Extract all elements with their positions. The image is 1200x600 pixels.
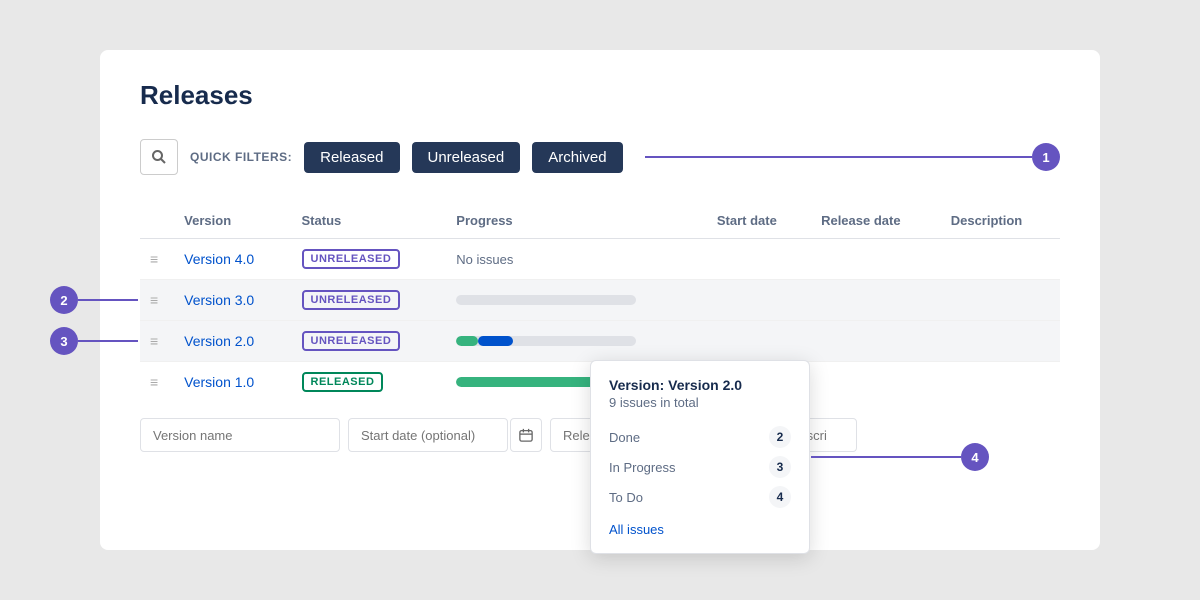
annotation-3-line	[78, 340, 138, 342]
description-cell	[941, 362, 1060, 403]
drag-handle-cell: ≡	[140, 280, 174, 321]
version-cell: Version 1.0	[174, 362, 291, 403]
col-releasedate: Release date	[811, 207, 941, 239]
tooltip-inprogress-row: In Progress 3	[609, 452, 791, 482]
progress-cell	[446, 321, 707, 362]
col-status: Status	[292, 207, 447, 239]
table-row: ≡ Version 4.0 UNRELEASED No issues	[140, 239, 1060, 280]
status-cell: RELEASED	[292, 362, 447, 403]
annotation-2-line	[78, 299, 138, 301]
tooltip-popup: Version: Version 2.0 9 issues in total D…	[590, 360, 810, 554]
status-cell: UNRELEASED	[292, 239, 447, 280]
status-badge: RELEASED	[302, 372, 384, 392]
status-badge: UNRELEASED	[302, 249, 401, 269]
annotation-2-circle: 2	[50, 286, 78, 314]
version-cell: 2 Version 3.0	[174, 280, 291, 321]
tooltip-done-label: Done	[609, 430, 640, 445]
col-drag	[140, 207, 174, 239]
progress-blue	[478, 336, 513, 346]
tooltip-todo-row: To Do 4	[609, 482, 791, 512]
tooltip-todo-label: To Do	[609, 490, 643, 505]
drag-handle-cell: ≡	[140, 239, 174, 280]
releasedate-cell	[811, 239, 941, 280]
status-badge: UNRELEASED	[302, 331, 401, 351]
version-name-input[interactable]	[140, 418, 340, 452]
annotation-3-group: 3	[50, 327, 138, 355]
filter-archived-button[interactable]: Archived	[532, 142, 622, 173]
annotation-1-circle: 1	[1032, 143, 1060, 171]
tooltip-inprogress-label: In Progress	[609, 460, 675, 475]
description-cell	[941, 239, 1060, 280]
tooltip-title: Version: Version 2.0	[609, 377, 791, 393]
version-link[interactable]: Version 3.0	[184, 292, 254, 308]
annotation-2-group: 2	[50, 286, 138, 314]
version-cell: Version 4.0	[174, 239, 291, 280]
releasedate-cell	[811, 280, 941, 321]
status-cell: UNRELEASED	[292, 321, 447, 362]
filter-bar: QUICK FILTERS: Released Unreleased Archi…	[140, 139, 1060, 175]
status-badge: UNRELEASED	[302, 290, 401, 310]
progress-cell	[446, 280, 707, 321]
progress-text: No issues	[456, 252, 513, 267]
releasedate-cell	[811, 321, 941, 362]
drag-handle-icon[interactable]: ≡	[150, 292, 158, 308]
all-issues-link[interactable]: All issues	[609, 522, 791, 537]
col-version: Version	[174, 207, 291, 239]
main-card: Releases QUICK FILTERS: Released Unrelea…	[100, 50, 1100, 550]
description-cell	[941, 321, 1060, 362]
tooltip-todo-count: 4	[769, 486, 791, 508]
table-header-row: Version Status Progress Start date Relea…	[140, 207, 1060, 239]
drag-handle-icon[interactable]: ≡	[150, 374, 158, 390]
version-link[interactable]: Version 4.0	[184, 251, 254, 267]
version-link[interactable]: Version 2.0	[184, 333, 254, 349]
annotation-1-line	[645, 156, 1032, 158]
col-description: Description	[941, 207, 1060, 239]
startdate-cell	[707, 321, 811, 362]
progress-bar	[456, 336, 636, 346]
annotation-4-circle: 4	[961, 443, 989, 471]
annotation-4-line	[811, 456, 961, 458]
tooltip-done-count: 2	[769, 426, 791, 448]
annotation-3-circle: 3	[50, 327, 78, 355]
table-row: ≡ 2 Version 3.0 UNRELEASED	[140, 280, 1060, 321]
start-date-input[interactable]	[348, 418, 508, 452]
page-title: Releases	[140, 80, 1060, 111]
filter-unreleased-button[interactable]: Unreleased	[412, 142, 521, 173]
startdate-cell	[707, 239, 811, 280]
col-startdate: Start date	[707, 207, 811, 239]
description-cell	[941, 280, 1060, 321]
drag-handle-icon[interactable]: ≡	[150, 251, 158, 267]
drag-handle-icon[interactable]: ≡	[150, 333, 158, 349]
start-date-calendar-button[interactable]	[510, 418, 542, 452]
col-progress: Progress	[446, 207, 707, 239]
version-cell: 3 Version 2.0	[174, 321, 291, 362]
calendar-icon	[519, 428, 533, 442]
annotation-1-group: 1	[645, 143, 1060, 171]
annotation-4-group: 4	[811, 443, 989, 471]
progress-bar	[456, 295, 636, 305]
tooltip-done-row: Done 2	[609, 422, 791, 452]
drag-handle-cell: ≡	[140, 321, 174, 362]
releasedate-cell	[811, 362, 941, 403]
search-box[interactable]	[140, 139, 178, 175]
version-link[interactable]: Version 1.0	[184, 374, 254, 390]
drag-handle-cell: ≡	[140, 362, 174, 403]
tooltip-subtitle: 9 issues in total	[609, 395, 791, 410]
startdate-cell	[707, 280, 811, 321]
tooltip-inprogress-count: 3	[769, 456, 791, 478]
table-row: ≡ 3 Version 2.0 UNRELEASED	[140, 321, 1060, 362]
status-cell: UNRELEASED	[292, 280, 447, 321]
progress-green	[456, 336, 478, 346]
filter-released-button[interactable]: Released	[304, 142, 399, 173]
search-icon	[151, 149, 167, 165]
progress-cell: No issues	[446, 239, 707, 280]
quick-filters-label: QUICK FILTERS:	[190, 150, 292, 164]
